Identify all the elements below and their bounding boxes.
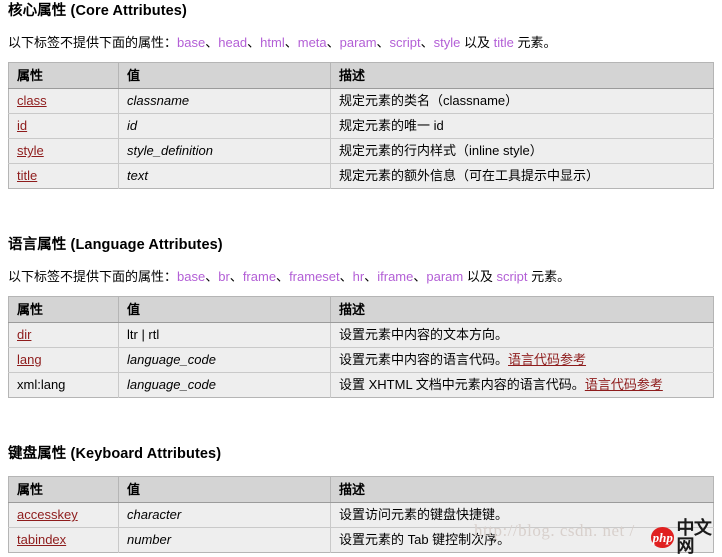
cell-attribute: style [8, 138, 119, 164]
intro-suffix: 元素。 [527, 269, 571, 284]
column-header-description: 描述 [330, 476, 714, 503]
intro-tag: base [177, 35, 206, 50]
column-header-attribute: 属性 [8, 296, 119, 323]
table-header-row: 属性 值 描述 [8, 476, 714, 503]
attribute-link-title[interactable]: title [17, 168, 37, 183]
section-intro-core-attributes: 以下标签不提供下面的属性：base、head、html、meta、param、s… [8, 35, 557, 50]
table-row: accesskey character 设置访问元素的键盘快捷键。 [8, 502, 714, 528]
table-row: dir ltr | rtl 设置元素中内容的文本方向。 [8, 322, 714, 348]
cell-value: classname [118, 88, 331, 114]
table-header-row: 属性 值 描述 [8, 62, 714, 89]
cell-value: character [118, 502, 331, 528]
column-header-attribute: 属性 [8, 62, 119, 89]
cell-attribute: title [8, 163, 119, 189]
section-heading-language-attributes: 语言属性 (Language Attributes) [8, 237, 223, 253]
section-heading-core-attributes: 核心属性 (Core Attributes) [8, 3, 187, 19]
table-row: id id 规定元素的唯一 id [8, 113, 714, 139]
column-header-value: 值 [118, 476, 331, 503]
cell-value: ltr | rtl [118, 322, 331, 348]
attributes-table-keyboard: 属性 值 描述 accesskey character 设置访问元素的键盘快捷键… [8, 476, 714, 553]
column-header-value: 值 [118, 296, 331, 323]
cell-description: 规定元素的类名（classname） [330, 88, 714, 114]
description-text: 设置元素中内容的语言代码。 [339, 352, 509, 367]
table-wrapper-language-attributes: 属性 值 描述 dir ltr | rtl 设置元素中内容的文本方向。 lang… [8, 296, 714, 398]
table-row: tabindex number 设置元素的 Tab 键控制次序。 [8, 527, 714, 553]
cell-value: language_code [118, 347, 331, 373]
attributes-table-language: 属性 值 描述 dir ltr | rtl 设置元素中内容的文本方向。 lang… [8, 296, 714, 398]
intro-tag-last: script [496, 269, 528, 284]
intro-tag: frame [242, 269, 277, 284]
table-row: class classname 规定元素的类名（classname） [8, 88, 714, 114]
cell-value: language_code [118, 372, 331, 398]
intro-tag: frameset [289, 269, 340, 284]
intro-prefix: 以下标签不提供下面的属性： [8, 269, 178, 284]
intro-mid: 以及 [460, 35, 494, 50]
column-header-value: 值 [118, 62, 331, 89]
intro-tag-last: title [493, 35, 514, 50]
site-logo: php 中文网 [651, 519, 722, 555]
intro-suffix: 元素。 [513, 35, 557, 50]
table-row: lang language_code 设置元素中内容的语言代码。语言代码参考 [8, 347, 714, 373]
column-header-description: 描述 [330, 62, 714, 89]
attribute-link-dir[interactable]: dir [17, 327, 31, 342]
cell-description: 设置元素中内容的语言代码。语言代码参考 [330, 347, 714, 373]
table-row: title text 规定元素的额外信息（可在工具提示中显示） [8, 163, 714, 189]
intro-tag: script [389, 35, 421, 50]
intro-tag: meta [297, 35, 327, 50]
table-row: xml:lang language_code 设置 XHTML 文档中元素内容的… [8, 372, 714, 398]
attribute-name-xml-lang: xml:lang [17, 377, 66, 392]
section-intro-language-attributes: 以下标签不提供下面的属性：base、br、frame、frameset、hr、i… [8, 269, 571, 284]
cell-attribute: xml:lang [8, 372, 119, 398]
cell-description: 设置元素中内容的文本方向。 [330, 322, 714, 348]
intro-tag: param [426, 269, 464, 284]
attributes-table-core: 属性 值 描述 class classname 规定元素的类名（classnam… [8, 62, 714, 189]
intro-tag: html [260, 35, 285, 50]
table-wrapper-core-attributes: 属性 值 描述 class classname 规定元素的类名（classnam… [8, 62, 714, 189]
table-wrapper-keyboard-attributes: 属性 值 描述 accesskey character 设置访问元素的键盘快捷键… [8, 476, 714, 553]
attribute-link-lang[interactable]: lang [17, 352, 42, 367]
intro-tag: head [218, 35, 248, 50]
cell-attribute: accesskey [8, 502, 119, 528]
cell-attribute: dir [8, 322, 119, 348]
intro-tag: hr [352, 269, 365, 284]
intro-tag: iframe [377, 269, 414, 284]
intro-tag: param [339, 35, 377, 50]
cell-attribute: tabindex [8, 527, 119, 553]
cell-attribute: id [8, 113, 119, 139]
site-logo-text: 中文网 [676, 518, 712, 556]
cell-value: style_definition [118, 138, 331, 164]
attribute-link-id[interactable]: id [17, 118, 27, 133]
column-header-description: 描述 [330, 296, 714, 323]
cell-description: 设置 XHTML 文档中元素内容的语言代码。语言代码参考 [330, 372, 714, 398]
cell-description: 规定元素的唯一 id [330, 113, 714, 139]
attribute-link-tabindex[interactable]: tabindex [17, 532, 66, 547]
table-row: style style_definition 规定元素的行内样式（inline … [8, 138, 714, 164]
cell-description: 规定元素的额外信息（可在工具提示中显示） [330, 163, 714, 189]
cell-value: text [118, 163, 331, 189]
section-heading-keyboard-attributes: 键盘属性 (Keyboard Attributes) [8, 446, 222, 462]
language-code-reference-link[interactable]: 语言代码参考 [508, 352, 586, 367]
attribute-link-accesskey[interactable]: accesskey [17, 507, 78, 522]
intro-mid: 以及 [463, 269, 497, 284]
intro-tag: br [218, 269, 230, 284]
description-text: 设置 XHTML 文档中元素内容的语言代码。 [339, 377, 585, 392]
cell-value: id [118, 113, 331, 139]
column-header-attribute: 属性 [8, 476, 119, 503]
intro-tag: base [177, 269, 206, 284]
php-logo-icon: php [651, 526, 675, 548]
cell-description: 规定元素的行内样式（inline style） [330, 138, 714, 164]
intro-tag: style [433, 35, 461, 50]
cell-attribute: class [8, 88, 119, 114]
language-code-reference-link[interactable]: 语言代码参考 [585, 377, 663, 392]
cell-value: number [118, 527, 331, 553]
intro-prefix: 以下标签不提供下面的属性： [8, 35, 178, 50]
attribute-link-style[interactable]: style [17, 143, 44, 158]
table-header-row: 属性 值 描述 [8, 296, 714, 323]
cell-attribute: lang [8, 347, 119, 373]
description-text: 设置元素中内容的文本方向。 [339, 327, 509, 342]
attribute-link-class[interactable]: class [17, 93, 47, 108]
